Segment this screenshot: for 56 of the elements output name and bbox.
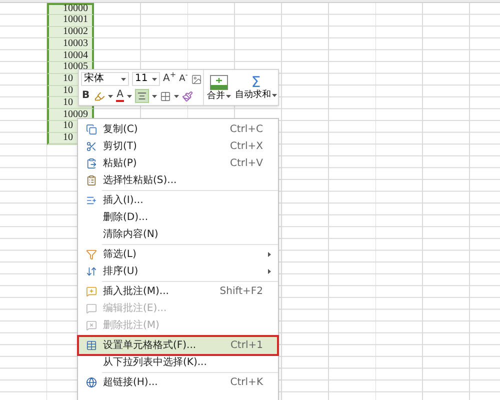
font-dropdown[interactable]: 宋体 — [81, 72, 129, 86]
table-cell: 10000 — [47, 3, 94, 15]
menu-item[interactable]: 排序(U) — [79, 263, 277, 280]
menu-item[interactable]: 从下拉列表中选择(K)... — [79, 354, 277, 371]
menu-item[interactable]: 插入批注(M)... Shift+F2 — [79, 283, 277, 300]
globe-icon — [86, 377, 96, 388]
align-button[interactable] — [135, 89, 150, 103]
menu-item[interactable]: 设置单元格格式(F)... Ctrl+1 — [79, 337, 277, 354]
caret-icon — [152, 78, 157, 80]
table-cell: 10001 — [47, 14, 94, 27]
caret-icon — [108, 94, 113, 98]
clipboard-icon — [86, 158, 96, 169]
submenu-arrow-icon — [268, 269, 271, 274]
caret-icon — [121, 78, 126, 80]
grow-font-button[interactable]: A$^{+}$ — [163, 74, 176, 84]
autosum-button[interactable]: Σ 自动求和 — [234, 70, 278, 105]
copy-icon — [86, 124, 96, 135]
table-cell: 10002 — [47, 26, 94, 38]
insert-icon — [86, 195, 96, 206]
submenu-arrow-icon — [268, 252, 271, 257]
menu-item[interactable]: 筛选(L) — [79, 246, 277, 263]
menu-item[interactable]: 超链接(H)... Ctrl+K — [79, 374, 277, 391]
paintbrush-icon[interactable] — [182, 90, 194, 102]
menu-item[interactable]: 插入(I)... — [79, 192, 277, 209]
caret-icon — [152, 94, 158, 98]
filter-icon — [86, 249, 96, 260]
clipboard-icon — [86, 175, 96, 186]
table-cell: 10003 — [47, 38, 94, 50]
sigma-symbol: Σ — [251, 75, 261, 90]
table-cell: 10004 — [47, 50, 94, 62]
comment-icon — [86, 320, 96, 331]
merge-icon — [210, 74, 228, 90]
table-cell: 10009 — [47, 109, 94, 121]
sort-icon — [86, 266, 96, 277]
font-color-button[interactable]: A — [116, 90, 124, 102]
merge-button[interactable]: 合并 — [204, 70, 234, 105]
comment-icon — [86, 303, 96, 314]
menu-item[interactable]: 删除(D)... — [79, 209, 277, 226]
comment-icon — [86, 286, 96, 297]
font-size-dropdown[interactable]: 11 — [132, 72, 160, 86]
merge-label: 合并 — [207, 92, 231, 100]
shrink-font-button[interactable]: A$^{-}$ — [179, 74, 188, 84]
scissors-icon — [86, 141, 96, 152]
caret-icon — [127, 94, 132, 98]
border-icon[interactable] — [160, 90, 172, 102]
caret-icon — [174, 94, 180, 98]
table-icon — [86, 340, 96, 351]
caret-icon — [272, 94, 277, 97]
menu-item[interactable]: 清除内容(N) — [79, 226, 277, 243]
menu-item[interactable]: 选择性粘贴(S)... — [79, 172, 277, 189]
caret-icon — [226, 94, 231, 98]
highlighter-icon[interactable] — [94, 90, 105, 102]
menu-item[interactable]: 粘贴(P) Ctrl+V — [79, 155, 277, 172]
autosum-label: 自动求和 — [235, 91, 277, 100]
picture-icon[interactable] — [190, 74, 202, 84]
align-center-icon — [137, 91, 148, 101]
